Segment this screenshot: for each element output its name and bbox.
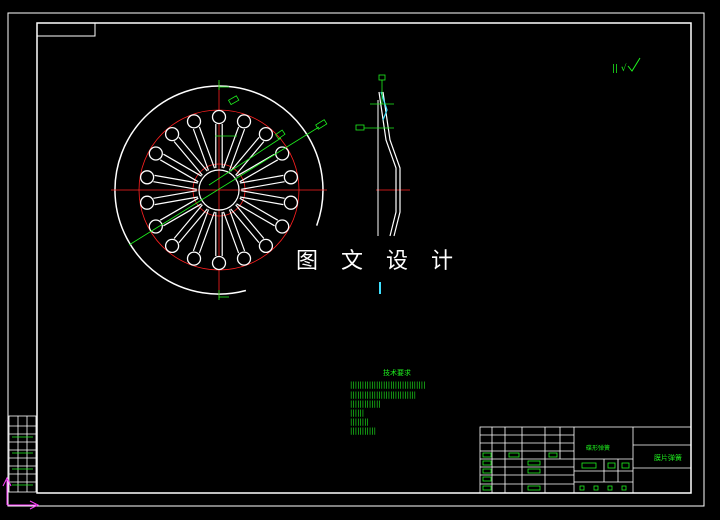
slot-end-hole [186,251,202,266]
title-block-drawing-name: 碟形弹簧 [586,444,610,452]
surface-finish-text: || √ [612,63,627,74]
slot-end-hole [164,238,180,254]
slot-end-hole [236,251,252,266]
slot-end-hole [148,146,163,161]
left-margin-table-marks [12,436,33,486]
slot-end-hole [186,114,202,129]
tech-requirement-line-6: ||||||||||| [350,427,376,435]
dimension-box [227,95,240,106]
slot-edge [241,190,285,199]
slot-edge [241,181,285,190]
tech-requirement-line-2: |||||||||||||||||||||||||||| [350,391,416,399]
tech-requirement-line-4: |||||| [350,409,364,417]
slot-edge [198,126,216,169]
slot-edge [198,211,216,254]
slot-edge [222,126,240,169]
tech-requirement-line-5: |||||||| [350,418,369,426]
tech-requirement-line-1: |||||||||||||||||||||||||||||||| [350,381,425,389]
slot-end-hole [164,126,180,142]
slot-end-hole [139,195,155,210]
slot-edge [154,196,199,206]
dimension-leader [128,126,320,246]
slot-edge [239,196,284,206]
surface-finish-mark: || √ [612,57,641,74]
slot-end-hole [283,170,299,185]
slot-end-hole [275,146,290,161]
left-margin-table [8,415,37,493]
slot-edge [222,211,240,254]
slot-edge [239,174,284,184]
tech-requirements-title: 技术要求 [383,368,411,377]
slot-edge [153,190,197,199]
dimension-box [315,119,328,130]
slot-end-hole [236,114,252,129]
slot-end-hole [275,219,290,234]
slot-end-hole [139,170,155,185]
slot-end-hole [211,255,227,271]
watermark-text: 图 文 设 计 [296,249,461,274]
slot-edge [154,174,199,184]
drawing-code-box [36,22,96,37]
title-block: 碟形弹簧 膜片弹簧 [479,426,692,494]
slot-end-hole [283,195,299,210]
slot-edge [153,181,197,190]
slot-end-hole [211,109,227,125]
slot-end-hole [258,238,274,254]
title-block-part-label: 膜片弹簧 [654,453,682,462]
cad-drawing-sheet: || √ 图 文 设 计 技术要求 ||||||||||||||||||||||… [2,12,705,510]
technical-requirements: 技术要求 |||||||||||||||||||||||||||||||| ||… [350,368,425,435]
diaphragm-spring-front-view [111,80,328,300]
tech-requirement-line-3: ||||||||||||| [350,400,381,408]
slot-end-hole [258,126,274,142]
